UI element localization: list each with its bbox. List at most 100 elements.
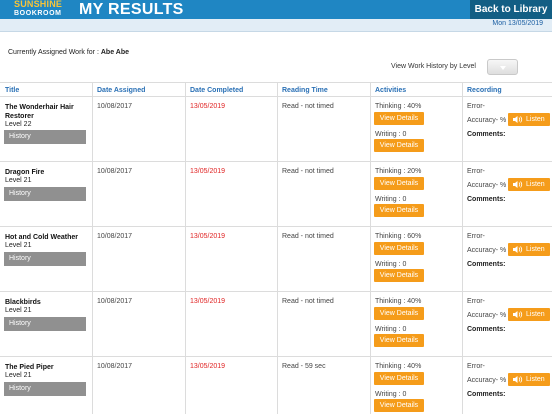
history-button[interactable]: History (4, 317, 86, 331)
comments-label: Comments: (467, 326, 506, 333)
column-divider (277, 83, 278, 96)
listen-button[interactable]: Listen (508, 113, 550, 126)
history-button[interactable]: History (4, 187, 86, 201)
history-button[interactable]: History (4, 130, 86, 144)
error-label: Error- (467, 233, 485, 240)
speaker-icon (513, 311, 523, 318)
column-divider (185, 97, 186, 161)
view-details-writing-button[interactable]: View Details (374, 269, 424, 282)
view-details-thinking-button[interactable]: View Details (374, 242, 424, 255)
listen-label: Listen (526, 181, 545, 188)
reading-time: Read - not timed (282, 168, 334, 175)
column-divider (185, 357, 186, 414)
date-completed: 13/05/2019 (190, 168, 226, 175)
history-filter-label: View Work History by Level (391, 63, 476, 70)
error-label: Error- (467, 363, 485, 370)
view-details-writing-button[interactable]: View Details (374, 334, 424, 347)
book-level: Level 21 (5, 307, 32, 314)
table-row: Dragon Fire Level 21 History 10/08/2017 13/0… (0, 162, 552, 227)
current-date: Mon 13/05/2019 (492, 20, 543, 27)
date-assigned: 10/08/2017 (97, 298, 133, 305)
listen-label: Listen (526, 116, 545, 123)
reading-time: Read - 59 sec (282, 363, 326, 370)
top-bar: SUNSHINE BOOKROOM MY RESULTS Back to Lib… (0, 0, 552, 19)
table-row: Blackbirds Level 21 History 10/08/2017 13/05… (0, 292, 552, 357)
back-to-library-button[interactable]: Back to Library (470, 0, 552, 19)
column-divider (462, 162, 463, 226)
column-header-title: Title (5, 87, 20, 94)
history-button[interactable]: History (4, 252, 86, 266)
listen-button[interactable]: Listen (508, 308, 550, 321)
column-divider (277, 292, 278, 356)
assigned-work-heading: Currently Assigned Work for : Abe Abe (8, 49, 129, 56)
column-divider (370, 83, 371, 96)
page-title: MY RESULTS (79, 1, 184, 18)
column-divider (92, 292, 93, 356)
thinking-score: Thinking : 60% (375, 233, 422, 240)
reading-time: Read - not timed (282, 103, 334, 110)
column-divider (462, 97, 463, 161)
table-row: The Wonderhair Hair Restorer Level 22 Hist… (0, 97, 552, 162)
table-row: The Pied Piper Level 21 History 10/08/2017 1… (0, 357, 552, 414)
column-divider (462, 83, 463, 96)
comments-label: Comments: (467, 391, 506, 398)
accuracy-label: Accuracy- % (467, 377, 507, 384)
column-divider (370, 227, 371, 291)
logo-line-2: BOOKROOM (14, 10, 62, 17)
student-name: Abe Abe (100, 49, 129, 56)
view-details-thinking-button[interactable]: View Details (374, 372, 424, 385)
column-divider (185, 227, 186, 291)
view-details-writing-button[interactable]: View Details (374, 139, 424, 152)
book-level: Level 21 (5, 177, 32, 184)
view-details-writing-button[interactable]: View Details (374, 399, 424, 412)
date-bar: Mon 13/05/2019 (0, 19, 552, 32)
sunshine-bookroom-logo: SUNSHINE BOOKROOM (14, 0, 70, 19)
column-divider (92, 357, 93, 414)
column-header-date-assigned: Date Assigned (97, 87, 146, 94)
column-divider (462, 292, 463, 356)
column-divider (185, 83, 186, 96)
column-divider (277, 357, 278, 414)
speaker-icon (513, 181, 523, 188)
book-title: Blackbirds (5, 299, 41, 306)
date-assigned: 10/08/2017 (97, 103, 133, 110)
listen-button[interactable]: Listen (508, 178, 550, 191)
table-header: Title Date Assigned Date Completed Readi… (0, 82, 552, 97)
error-label: Error- (467, 298, 485, 305)
book-title: Hot and Cold Weather (5, 234, 78, 241)
column-divider (277, 97, 278, 161)
listen-label: Listen (526, 376, 545, 383)
date-completed: 13/05/2019 (190, 233, 226, 240)
writing-score: Writing : 0 (375, 261, 407, 268)
writing-score: Writing : 0 (375, 326, 407, 333)
listen-button[interactable]: Listen (508, 373, 550, 386)
column-divider (462, 357, 463, 414)
date-completed: 13/05/2019 (190, 103, 226, 110)
book-title: Dragon Fire (5, 169, 45, 176)
view-details-thinking-button[interactable]: View Details (374, 307, 424, 320)
writing-score: Writing : 0 (375, 391, 407, 398)
column-divider (462, 227, 463, 291)
view-details-thinking-button[interactable]: View Details (374, 177, 424, 190)
accuracy-label: Accuracy- % (467, 312, 507, 319)
date-assigned: 10/08/2017 (97, 233, 133, 240)
book-title: The Wonderhair Hair Restorer (5, 104, 74, 120)
date-assigned: 10/08/2017 (97, 168, 133, 175)
thinking-score: Thinking : 20% (375, 168, 422, 175)
speaker-icon (513, 116, 523, 123)
view-details-thinking-button[interactable]: View Details (374, 112, 424, 125)
speaker-icon (513, 246, 523, 253)
column-divider (92, 227, 93, 291)
history-button[interactable]: History (4, 382, 86, 396)
column-divider (185, 162, 186, 226)
view-details-writing-button[interactable]: View Details (374, 204, 424, 217)
level-select-dropdown[interactable] (487, 59, 518, 75)
column-divider (370, 292, 371, 356)
column-header-activities: Activities (375, 87, 407, 94)
book-level: Level 21 (5, 372, 32, 379)
listen-button[interactable]: Listen (508, 243, 550, 256)
thinking-score: Thinking : 40% (375, 103, 422, 110)
comments-label: Comments: (467, 261, 506, 268)
accuracy-label: Accuracy- % (467, 247, 507, 254)
column-divider (185, 292, 186, 356)
